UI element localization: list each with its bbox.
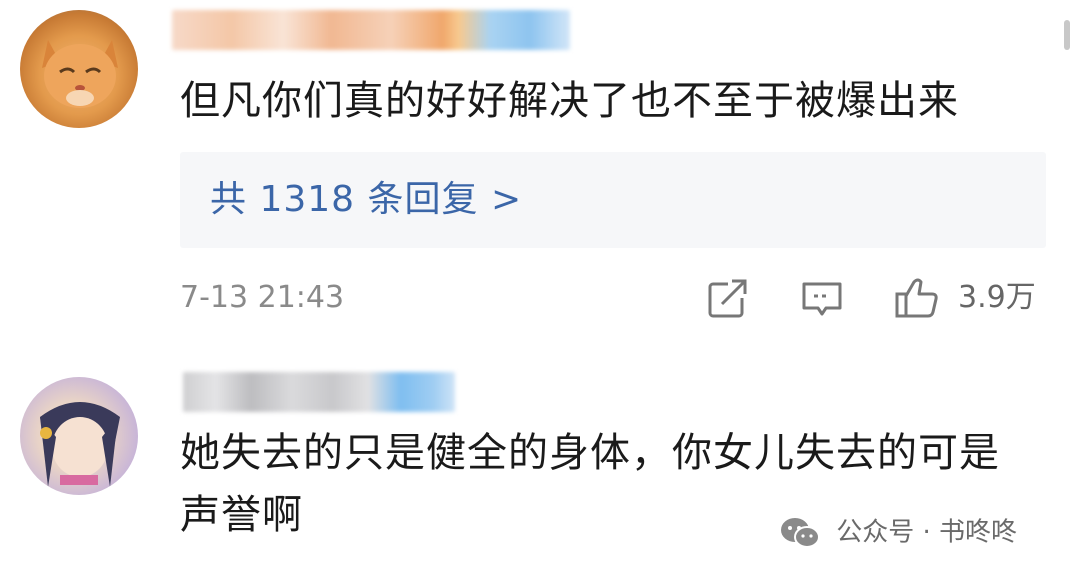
watermark: 公众号 · 书咚咚 (780, 512, 1017, 552)
watermark-text: 公众号 · 书咚咚 (836, 517, 1018, 548)
comment-icon (802, 282, 842, 316)
thumbs-up-icon (895, 278, 938, 318)
comment-button[interactable] (800, 276, 844, 320)
anime-girl-avatar-image (40, 402, 120, 487)
reply-summary-link[interactable]: 共 1318 条回复 > (210, 174, 522, 226)
avatar[interactable] (20, 10, 138, 128)
comment-item: 但凡你们真的好好解决了也不至于被爆出来 共 1318 条回复 > 7-13 21… (0, 0, 1080, 350)
reply-summary-box[interactable]: 共 1318 条回复 > (180, 152, 1046, 248)
wechat-icon (781, 517, 820, 548)
comment-timestamp: 7-13 21:43 (180, 280, 345, 315)
username-blurred[interactable] (172, 10, 570, 50)
cat-avatar-image (42, 40, 118, 108)
like-button[interactable]: 3.9万 (894, 276, 1044, 320)
share-button[interactable] (706, 276, 750, 320)
comment-text: 但凡你们真的好好解决了也不至于被爆出来 (180, 78, 959, 124)
share-icon (708, 278, 748, 318)
comment-text-line: 她失去的只是健全的身体，你女儿失去的可是 (180, 430, 1000, 476)
avatar[interactable] (20, 377, 138, 495)
like-count: 3.9万 (958, 280, 1036, 315)
username-blurred[interactable] (183, 372, 455, 412)
